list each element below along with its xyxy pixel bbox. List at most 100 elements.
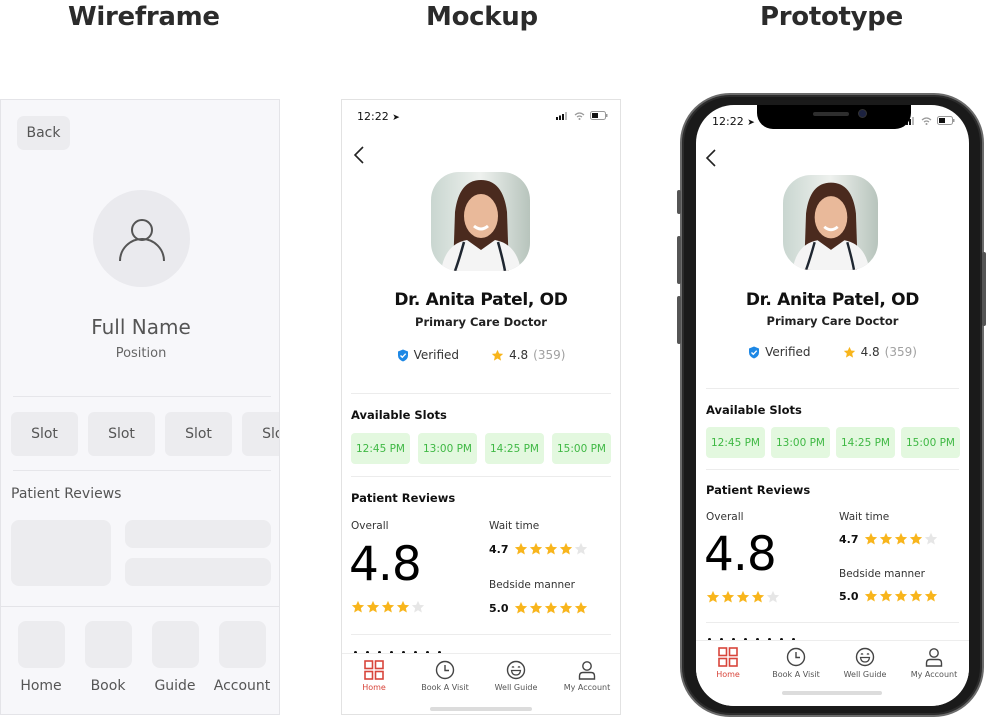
nav-label: Book bbox=[90, 678, 126, 694]
power-button bbox=[982, 252, 986, 326]
star-icon bbox=[491, 349, 504, 361]
overall-label: Overall bbox=[706, 511, 744, 523]
rating-value: 4.8 bbox=[509, 348, 529, 362]
time-slot-button[interactable]: 12:45 PM bbox=[706, 427, 765, 458]
star-filled-icon bbox=[879, 589, 893, 602]
time-slot-button[interactable]: 14:25 PM bbox=[836, 427, 895, 458]
nav-guide[interactable]: Guide bbox=[140, 621, 210, 694]
doctor-meta: Verified 4.8 (359) bbox=[696, 345, 969, 359]
doctor-role: Primary Care Doctor bbox=[766, 314, 899, 328]
tab-home[interactable]: Home bbox=[696, 647, 763, 679]
tab-my-account[interactable]: My Account bbox=[552, 660, 620, 692]
doctor-portrait-image bbox=[783, 175, 878, 270]
divider bbox=[706, 469, 959, 470]
user-icon bbox=[578, 661, 596, 680]
rating-summary[interactable]: 4.8 (359) bbox=[491, 348, 565, 362]
star-icon bbox=[843, 346, 855, 358]
tab-home[interactable]: Home bbox=[342, 660, 409, 692]
star-filled-icon bbox=[396, 600, 410, 613]
nav-book[interactable]: Book bbox=[73, 621, 143, 694]
tab-bar: Home Book A Visit Well Guide My Account bbox=[342, 653, 620, 714]
status-time: 12:22 ➤ bbox=[357, 110, 400, 123]
wait-time-value: 4.7 bbox=[489, 543, 509, 556]
bedside-manner-stars bbox=[514, 601, 588, 615]
user-icon bbox=[118, 218, 165, 261]
time-slot-button[interactable]: 13:00 PM bbox=[418, 433, 477, 464]
bedside-manner-label: Bedside manner bbox=[839, 568, 925, 580]
rating-value: 4.8 bbox=[860, 345, 880, 359]
reviews-title: Patient Reviews bbox=[706, 483, 811, 497]
reviews-title: Patient Reviews bbox=[11, 486, 122, 502]
star-filled-icon bbox=[736, 590, 750, 603]
tab-book-a-visit[interactable]: Book A Visit bbox=[761, 647, 831, 679]
volume-down-button bbox=[677, 296, 681, 344]
star-filled-icon bbox=[751, 590, 765, 603]
home-indicator bbox=[430, 707, 532, 711]
star-filled-icon bbox=[574, 601, 588, 614]
clock-icon bbox=[435, 660, 455, 680]
chevron-left-icon[interactable] bbox=[702, 147, 722, 169]
overall-label: Overall bbox=[351, 520, 389, 532]
wireframe-title: Wireframe bbox=[68, 2, 220, 32]
star-filled-icon bbox=[366, 600, 380, 613]
bedside-manner-value: 5.0 bbox=[489, 602, 509, 615]
rating-count: (359) bbox=[884, 345, 917, 359]
star-filled-icon bbox=[909, 589, 923, 602]
time-slot-button[interactable]: 13:00 PM bbox=[771, 427, 830, 458]
star-filled-icon bbox=[864, 589, 878, 602]
star-filled-icon bbox=[864, 532, 878, 545]
verified-label: Verified bbox=[765, 345, 811, 359]
time-text: 12:22 bbox=[357, 110, 389, 123]
nav-home[interactable]: Home bbox=[6, 621, 76, 694]
divider bbox=[706, 622, 959, 623]
full-name-label: Full Name bbox=[91, 315, 191, 339]
grid-icon bbox=[718, 647, 738, 667]
tab-well-guide[interactable]: Well Guide bbox=[481, 660, 551, 692]
tab-bar: Home Book A Visit Well Guide My Account bbox=[696, 640, 969, 706]
slot-button[interactable]: Slot bbox=[11, 412, 78, 456]
mute-switch bbox=[677, 190, 681, 214]
star-empty-icon bbox=[411, 600, 425, 613]
nav-label: Account bbox=[213, 678, 271, 694]
slot-button[interactable]: Slot bbox=[242, 412, 279, 456]
tab-well-guide[interactable]: Well Guide bbox=[830, 647, 900, 679]
star-filled-icon bbox=[909, 532, 923, 545]
tab-book-a-visit[interactable]: Book A Visit bbox=[410, 660, 480, 692]
back-button[interactable]: Back bbox=[17, 116, 70, 150]
slots-title: Available Slots bbox=[351, 408, 447, 422]
doctor-photo bbox=[431, 172, 530, 271]
verified-badge: Verified bbox=[397, 348, 459, 362]
prototype-title: Prototype bbox=[760, 2, 903, 32]
star-empty-icon bbox=[924, 532, 938, 545]
rating-count: (359) bbox=[533, 348, 566, 362]
battery-icon bbox=[937, 116, 955, 125]
time-slot-button[interactable]: 14:25 PM bbox=[485, 433, 544, 464]
tab-my-account[interactable]: My Account bbox=[899, 647, 969, 679]
wifi-icon bbox=[574, 111, 585, 120]
doctor-role: Primary Care Doctor bbox=[415, 315, 547, 329]
smiley-icon bbox=[855, 647, 875, 667]
star-filled-icon bbox=[529, 542, 543, 555]
grid-icon bbox=[364, 660, 384, 680]
star-filled-icon bbox=[544, 542, 558, 555]
mockup-title: Mockup bbox=[426, 2, 538, 32]
location-arrow-icon: ➤ bbox=[392, 113, 400, 123]
time-slot-button[interactable]: 12:45 PM bbox=[351, 433, 410, 464]
signal-icon bbox=[556, 111, 567, 120]
home-indicator bbox=[782, 691, 882, 695]
bedside-manner-stars bbox=[864, 589, 938, 603]
divider bbox=[706, 388, 959, 389]
wifi-icon bbox=[921, 116, 932, 125]
slot-button[interactable]: Slot bbox=[165, 412, 232, 456]
time-slot-button[interactable]: 15:00 PM bbox=[552, 433, 611, 464]
divider bbox=[13, 470, 271, 471]
user-icon bbox=[925, 648, 943, 667]
star-filled-icon bbox=[514, 542, 528, 555]
rating-summary[interactable]: 4.8 (359) bbox=[843, 345, 917, 359]
chevron-left-icon[interactable] bbox=[350, 144, 370, 166]
star-filled-icon bbox=[381, 600, 395, 613]
time-slot-button[interactable]: 15:00 PM bbox=[901, 427, 960, 458]
nav-account[interactable]: Account bbox=[207, 621, 277, 694]
slot-button[interactable]: Slot bbox=[88, 412, 155, 456]
avatar-placeholder bbox=[93, 190, 190, 287]
